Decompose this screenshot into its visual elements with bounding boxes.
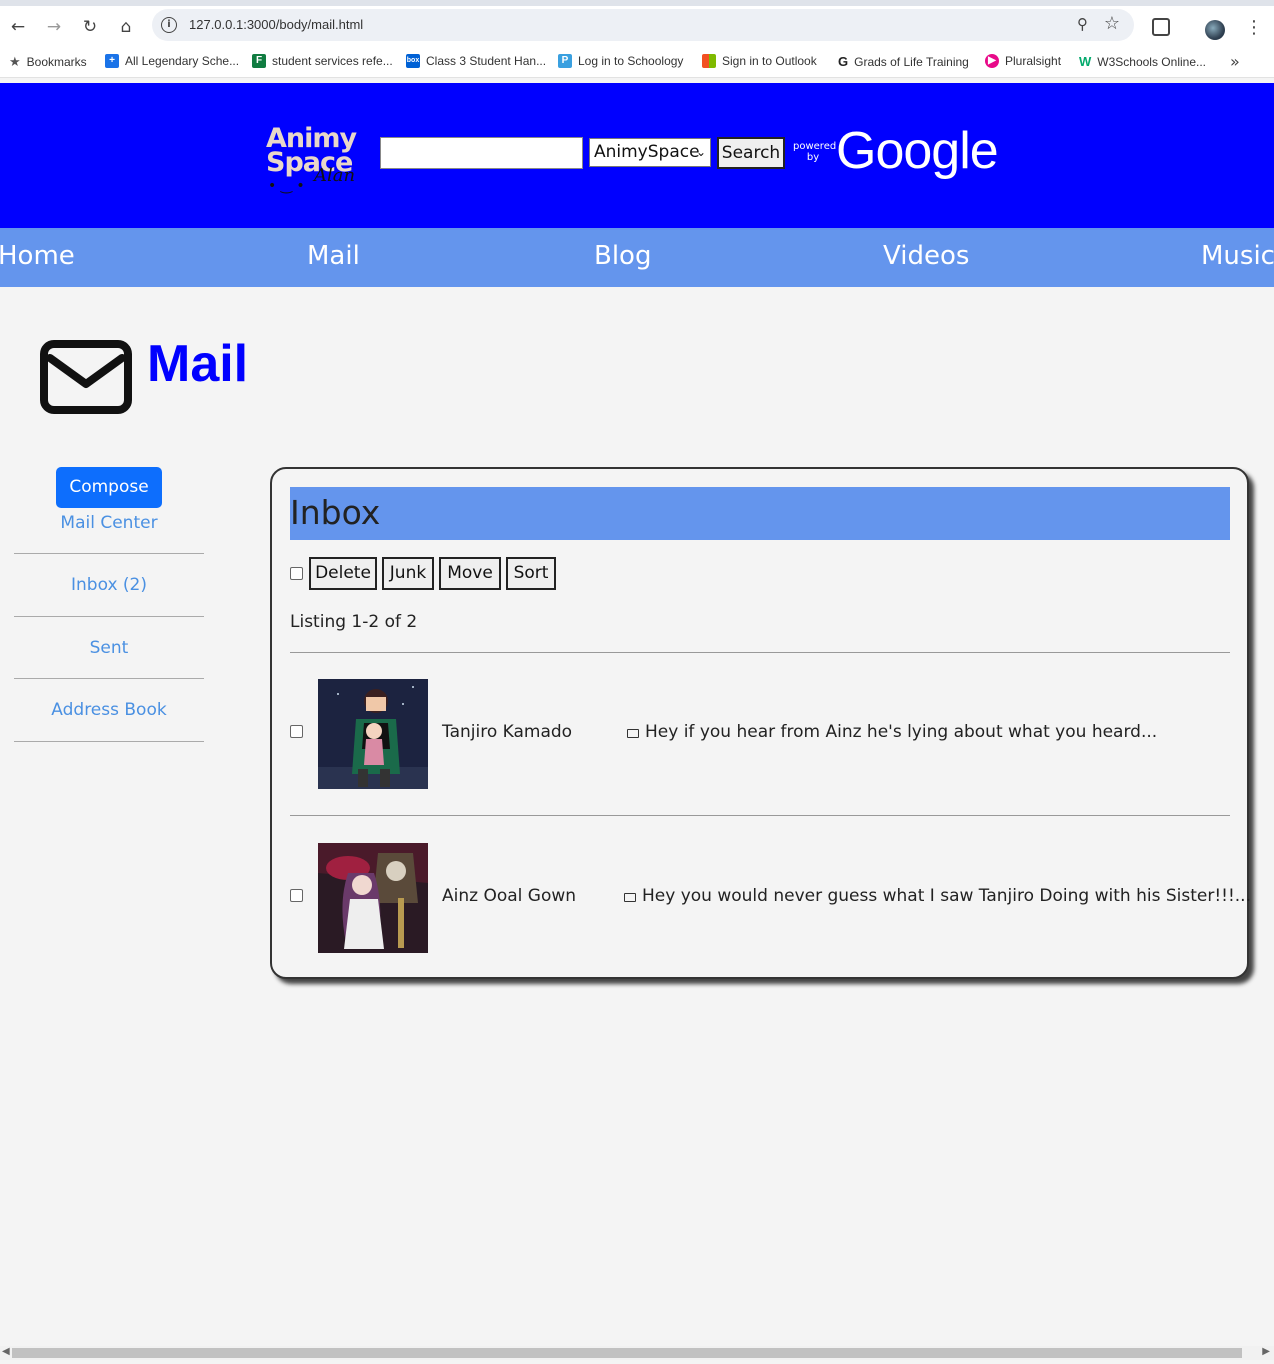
url-text[interactable]: 127.0.0.1:3000/body/mail.html (189, 17, 363, 32)
pluralsight-icon: ▶ (985, 54, 999, 68)
w3schools-icon: W (1079, 54, 1092, 69)
nav-blog[interactable]: Blog (594, 241, 651, 271)
more-bookmarks-icon[interactable]: » (1230, 52, 1240, 71)
compose-button[interactable]: Compose (56, 467, 162, 508)
nav-music[interactable]: Music (1201, 241, 1274, 271)
bookmark-item[interactable]: Fstudent services refe... (252, 54, 393, 68)
bookmark-item[interactable]: ★ Bookmarks (9, 54, 87, 70)
message-checkbox[interactable] (290, 889, 303, 902)
sidebar-divider (14, 741, 204, 742)
bookmark-item[interactable]: ▶ Pluralsight (985, 54, 1061, 68)
scroll-left-icon[interactable]: ◀ (2, 1346, 10, 1357)
chevron-down-icon: ⌄ (695, 145, 706, 159)
envelope-icon (624, 893, 636, 902)
listing-count: Listing 1-2 of 2 (290, 612, 418, 632)
zoom-icon[interactable]: ⚲ (1077, 15, 1088, 33)
nav-home[interactable]: Home (0, 241, 75, 271)
scrollbar-thumb[interactable] (12, 1348, 1242, 1358)
sender-avatar[interactable] (318, 843, 428, 953)
home-icon[interactable]: ⌂ (115, 16, 137, 38)
nav-videos[interactable]: Videos (883, 241, 969, 271)
delete-button[interactable]: Delete (309, 557, 377, 590)
bookmark-item[interactable]: P Log in to Schoology (558, 54, 683, 68)
sidebar-item-inbox[interactable]: Inbox (2) (14, 553, 204, 616)
schoology-icon: P (558, 54, 572, 68)
nav-mail[interactable]: Mail (307, 241, 360, 271)
inbox-header: Inbox (290, 487, 1230, 540)
reload-icon[interactable]: ↻ (79, 16, 101, 38)
sort-button[interactable]: Sort (506, 557, 556, 590)
microsoft-icon (702, 54, 716, 68)
address-bar[interactable]: i 127.0.0.1:3000/body/mail.html ⚲ ☆ (152, 9, 1134, 41)
extensions-icon[interactable] (1152, 18, 1170, 36)
junk-button[interactable]: Junk (382, 557, 434, 590)
row-divider (290, 815, 1230, 816)
inbox-title: Inbox (290, 493, 381, 532)
forward-arrow-icon[interactable]: → (43, 16, 65, 38)
envelope-icon (40, 340, 132, 414)
main-nav: Home Mail Blog Videos Music (0, 228, 1274, 287)
envelope-icon (627, 729, 639, 738)
profile-avatar[interactable] (1205, 20, 1225, 40)
bookmark-item[interactable]: Sign in to Outlook (702, 54, 817, 68)
scroll-right-icon[interactable]: ▶ (1262, 1346, 1270, 1357)
search-input[interactable] (380, 137, 583, 169)
search-scope-select[interactable]: AnimySpace ⌄ (589, 138, 711, 167)
site-header: Animy Space Alan • ‿ • AnimySpace ⌄ Sear… (0, 83, 1274, 228)
google-logo: Google (836, 122, 999, 180)
back-arrow-icon[interactable]: ← (7, 16, 29, 38)
search-button[interactable]: Search (717, 137, 785, 169)
message-sender[interactable]: Ainz Ooal Gown (442, 886, 576, 906)
message-preview[interactable]: Hey if you hear from Ainz he's lying abo… (627, 722, 1157, 742)
browser-menu-icon[interactable]: ⋮ (1245, 17, 1263, 39)
site-logo[interactable]: Animy Space Alan • ‿ • (264, 123, 376, 201)
sidebar-item-sent[interactable]: Sent (14, 616, 204, 679)
message-sender[interactable]: Tanjiro Kamado (442, 722, 572, 742)
bookmark-star-icon[interactable]: ☆ (1104, 13, 1120, 34)
move-button[interactable]: Move (439, 557, 501, 590)
row-divider (290, 652, 1230, 653)
bookmark-item[interactable]: + All Legendary Sche... (105, 54, 239, 68)
bookmark-item[interactable]: W W3Schools Online... (1079, 54, 1206, 69)
bookmarks-bar: ★ Bookmarks + All Legendary Sche... Fstude… (0, 48, 1274, 78)
smile-icon: • ‿ • (268, 178, 305, 194)
message-preview[interactable]: Hey you would never guess what I saw Tan… (624, 886, 1251, 906)
site-info-icon[interactable]: i (161, 17, 177, 33)
bookmark-item[interactable]: box Class 3 Student Han... (406, 54, 546, 68)
g-icon: G (838, 54, 849, 69)
star-icon: ★ (9, 54, 21, 69)
box-icon: box (406, 54, 420, 68)
sidebar-item-address-book[interactable]: Address Book (14, 678, 204, 741)
browser-toolbar: ← → ↻ ⌂ i 127.0.0.1:3000/body/mail.html … (0, 0, 1274, 48)
mail-center-link[interactable]: Mail Center (14, 513, 204, 533)
sender-avatar[interactable] (318, 679, 428, 789)
horizontal-scrollbar[interactable]: ◀ ▶ (0, 1346, 1274, 1360)
inbox-panel: Inbox Delete Junk Move Sort Listing 1-2 … (270, 467, 1251, 979)
message-checkbox[interactable] (290, 725, 303, 738)
forms-icon: F (252, 54, 266, 68)
select-all-checkbox[interactable] (290, 567, 303, 580)
bookmark-item[interactable]: G Grads of Life Training (838, 54, 969, 69)
plus-box-icon: + (105, 54, 119, 68)
page-title: Mail (147, 335, 249, 393)
powered-by-label: powered by (793, 141, 837, 163)
